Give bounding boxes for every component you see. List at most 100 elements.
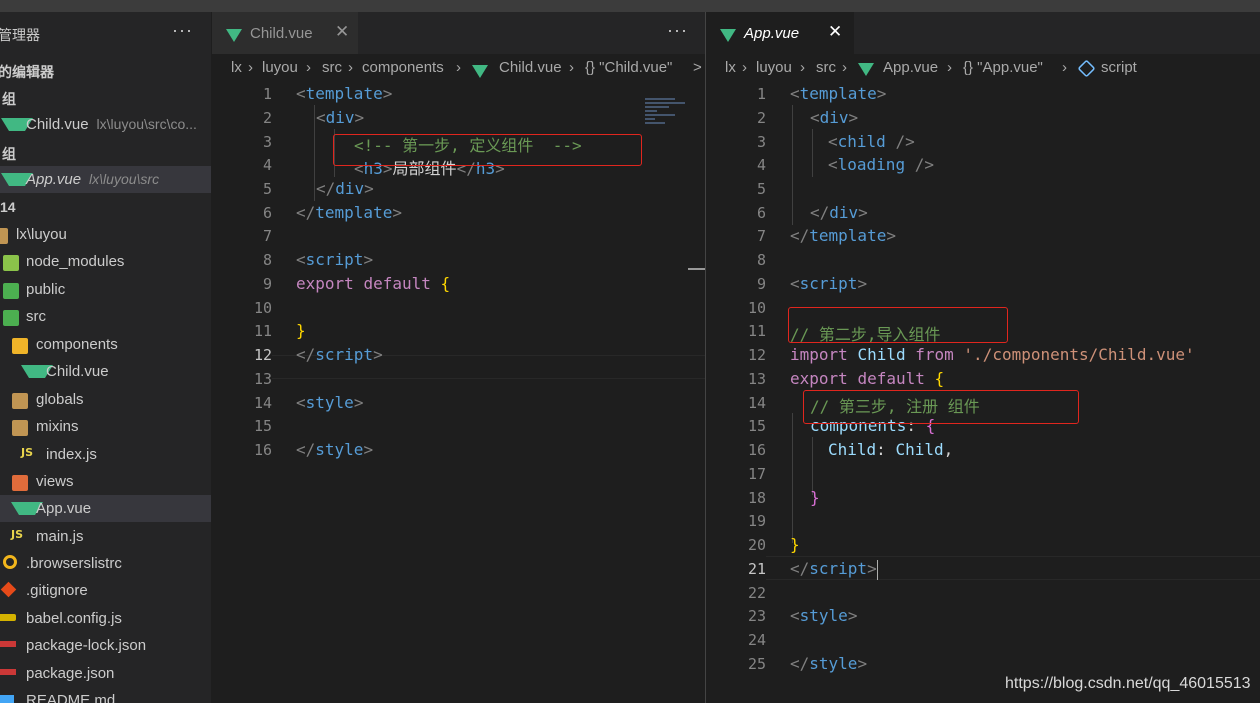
breadcrumb-item[interactable]: {} "Child.vue" — [585, 59, 672, 76]
tree-item-label: node_modules — [26, 253, 125, 270]
tree-item-readme[interactable]: README.md — [0, 687, 211, 703]
tree-item-index-js[interactable]: JS index.js — [0, 441, 211, 468]
folder-icon — [12, 393, 28, 409]
tree-item-views[interactable]: views — [0, 468, 211, 495]
line-number: 8 — [756, 251, 766, 269]
tree-item-package-lock[interactable]: package-lock.json — [0, 632, 211, 659]
tree-item-child-vue[interactable]: Child.vue — [0, 358, 211, 385]
group-2-label: 组 — [2, 146, 16, 162]
workspace-label: 14 — [0, 199, 16, 215]
tree-item-public[interactable]: public — [0, 276, 211, 303]
open-editor-path: lx\luyou\src\co... — [96, 116, 197, 132]
tab-app-vue[interactable]: App.vue ✕ — [706, 12, 854, 54]
code-line: </div> — [810, 203, 868, 222]
line-number: 17 — [747, 465, 766, 483]
code-line: </template> — [790, 226, 896, 245]
breadcrumb-item[interactable]: lx — [231, 59, 242, 76]
line-number: 3 — [262, 133, 272, 151]
breadcrumb-item[interactable]: luyou — [262, 59, 298, 76]
chevron-right-icon: › — [569, 59, 574, 76]
breadcrumb-item[interactable]: luyou — [756, 59, 792, 76]
vue-file-icon — [226, 29, 242, 42]
line-number: 19 — [747, 512, 766, 530]
chevron-right-icon: › — [842, 59, 847, 76]
breadcrumb-item[interactable]: src — [322, 59, 342, 76]
tree-item-browserslistrc[interactable]: .browserslistrc — [0, 550, 211, 577]
explorer-sidebar: 管理器 ··· 的编辑器 组 Child.vue lx\luyou\src\co.… — [0, 12, 211, 703]
explorer-title: 管理器 — [0, 27, 40, 43]
line-number: 14 — [747, 394, 766, 412]
tree-item-components[interactable]: components — [0, 331, 211, 358]
tree-item-gitignore[interactable]: .gitignore — [0, 577, 211, 604]
open-editor-path: lx\luyou\src — [89, 171, 160, 187]
breadcrumb-item[interactable]: Child.vue — [499, 59, 562, 76]
breadcrumb-item[interactable]: App.vue — [883, 59, 938, 76]
breadcrumb-item[interactable]: src — [816, 59, 836, 76]
line-number: 15 — [253, 417, 272, 435]
code-line: <template> — [296, 84, 393, 103]
views-folder-icon — [12, 475, 28, 491]
explorer-more-icon[interactable]: ··· — [172, 20, 193, 41]
tree-item-label: components — [36, 336, 118, 353]
line-number: 6 — [262, 204, 272, 222]
tree-item-node-modules[interactable]: node_modules — [0, 248, 211, 275]
open-editor-child-vue[interactable]: Child.vue lx\luyou\src\co... — [0, 111, 211, 138]
tree-item-globals[interactable]: globals — [0, 386, 211, 413]
tree-item-label: .gitignore — [26, 582, 88, 599]
editor-more-icon[interactable]: ··· — [667, 20, 688, 41]
minimap[interactable] — [645, 96, 687, 136]
line-number: 9 — [262, 275, 272, 293]
npm-icon — [0, 641, 16, 647]
open-editors-label: 的编辑器 — [0, 64, 54, 80]
line-number: 21 — [747, 560, 766, 578]
scrollbar-marker[interactable] — [688, 268, 705, 270]
tree-item-label: lx\luyou — [16, 226, 67, 243]
tree-item-root[interactable]: lx\luyou — [0, 221, 211, 248]
line-number: 10 — [253, 299, 272, 317]
breadcrumb-item[interactable]: script — [1101, 59, 1137, 76]
babel-icon — [0, 614, 16, 621]
open-editor-name: App.vue — [26, 171, 82, 188]
editor-group-right: App.vue ✕ lx › luyou › src › App.vue › {… — [706, 12, 1260, 703]
tree-item-label: Child.vue — [46, 363, 109, 380]
workspace-header[interactable]: 14 — [0, 194, 211, 221]
code-line: import Child from './components/Child.vu… — [790, 345, 1195, 364]
tree-item-main-js[interactable]: JS main.js — [0, 523, 211, 550]
code-line: } — [296, 321, 306, 340]
tree-item-src[interactable]: src — [0, 303, 211, 330]
chevron-right-icon: › — [306, 59, 311, 76]
open-editors-header[interactable]: 的编辑器 — [0, 57, 211, 84]
breadcrumb-item[interactable]: components — [362, 59, 444, 76]
code-line: </script> — [296, 345, 383, 364]
line-number: 24 — [747, 631, 766, 649]
src-folder-icon — [3, 310, 19, 326]
tree-item-app-vue[interactable]: App.vue — [0, 495, 211, 522]
line-number: 16 — [747, 441, 766, 459]
code-line: Child: Child, — [828, 440, 954, 459]
tree-item-label: .browserslistrc — [26, 555, 122, 572]
line-number: 25 — [747, 655, 766, 673]
indent-guide — [314, 105, 315, 201]
tree-item-mixins[interactable]: mixins — [0, 413, 211, 440]
tree-item-package-json[interactable]: package.json — [0, 660, 211, 687]
close-icon[interactable]: ✕ — [335, 22, 349, 42]
tab-label: Child.vue — [250, 25, 313, 42]
line-number: 2 — [756, 109, 766, 127]
breadcrumb-item[interactable]: lx — [725, 59, 736, 76]
code-line: export default { — [790, 369, 945, 388]
line-number: 22 — [747, 584, 766, 602]
line-number: 1 — [262, 85, 272, 103]
open-editor-app-vue[interactable]: App.vue lx\luyou\src — [0, 166, 211, 193]
vue-file-icon — [858, 63, 874, 76]
group-2-header[interactable]: 组 — [0, 139, 211, 166]
browserslist-icon — [3, 555, 17, 569]
group-1-header[interactable]: 组 — [0, 84, 211, 111]
code-line: } — [810, 488, 820, 507]
tab-child-vue[interactable]: Child.vue ✕ — [212, 12, 358, 54]
breadcrumb-item[interactable]: {} "App.vue" — [963, 59, 1043, 76]
close-icon[interactable]: ✕ — [828, 22, 842, 42]
line-number: 4 — [756, 156, 766, 174]
tree-item-babel-config[interactable]: babel.config.js — [0, 605, 211, 632]
chevron-right-icon: > — [693, 59, 702, 76]
tree-item-label: mixins — [36, 418, 79, 435]
